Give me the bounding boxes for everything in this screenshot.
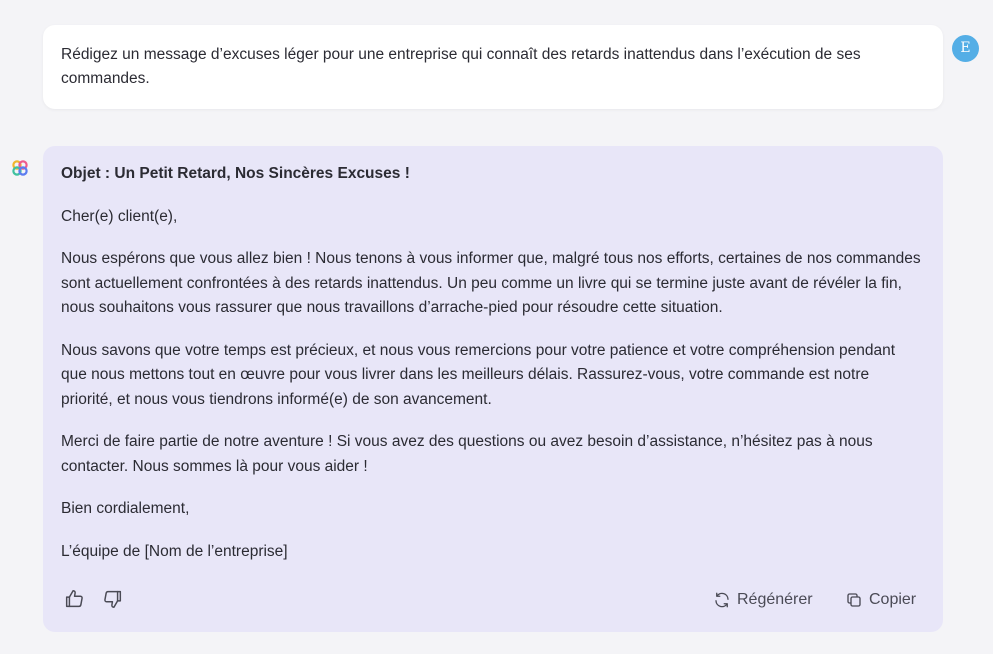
thumbs-up-icon[interactable]: [63, 588, 85, 610]
copy-icon: [847, 593, 861, 607]
message-paragraph: Nous savons que votre temps est précieux…: [61, 341, 896, 408]
thumbs-down-icon[interactable]: [102, 588, 124, 610]
regenerate-label: Régénérer: [737, 590, 813, 608]
message-signature: L’équipe de [Nom de l’entreprise]: [61, 542, 288, 560]
assistant-message: Objet : Un Petit Retard, Nos Sincères Ex…: [43, 146, 943, 632]
message-paragraph: Merci de faire partie de notre aventure …: [61, 433, 873, 475]
assistant-logo-icon: [12, 160, 28, 176]
user-avatar[interactable]: E: [952, 35, 979, 62]
regenerate-icon: [715, 592, 729, 608]
message-actions: Régénérer Copier: [43, 586, 943, 614]
message-closing: Bien cordialement,: [61, 500, 190, 517]
message-paragraph: Nous espérons que vous allez bien ! Nous…: [61, 250, 921, 316]
user-message-text: Rédigez un message d’excuses léger pour …: [61, 46, 861, 87]
regenerate-button[interactable]: Régénérer: [713, 586, 813, 614]
copy-button[interactable]: Copier: [845, 586, 916, 614]
message-subject: Objet : Un Petit Retard, Nos Sincères Ex…: [61, 165, 410, 182]
copy-label: Copier: [869, 590, 917, 608]
message-greeting: Cher(e) client(e),: [61, 207, 178, 225]
user-message: Rédigez un message d’excuses léger pour …: [43, 25, 943, 109]
